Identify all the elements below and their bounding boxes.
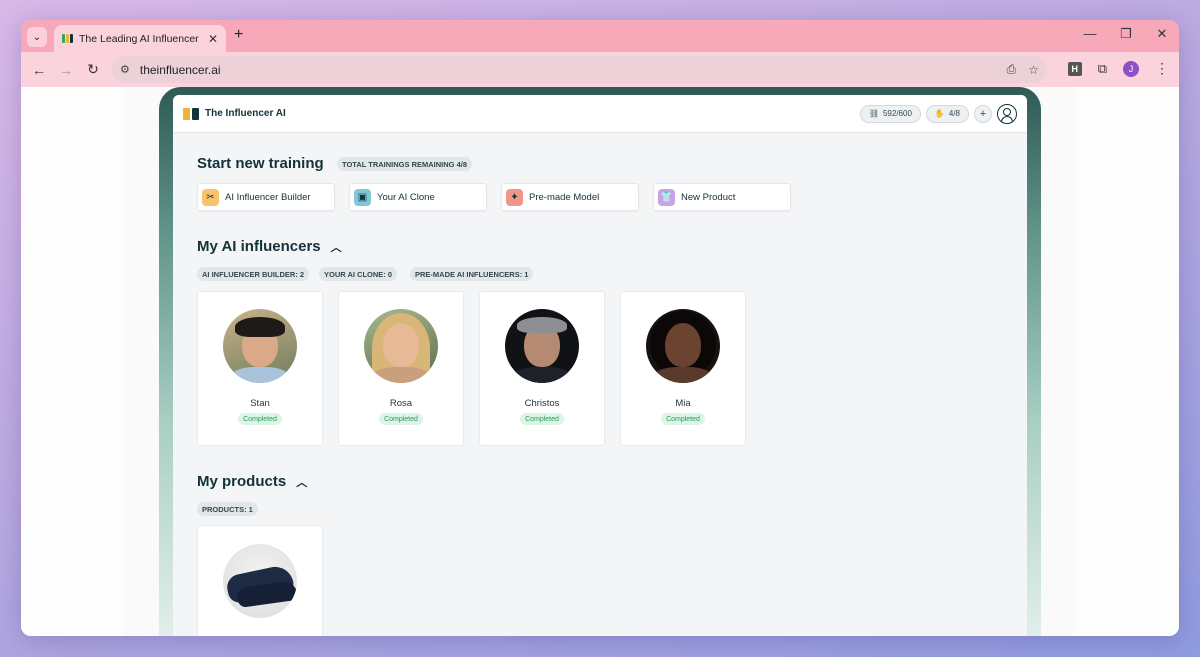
add-credits-button[interactable]: + — [974, 104, 992, 123]
ai-influencer-builder-button[interactable]: ✂ AI Influencer Builder — [197, 183, 335, 211]
forward-arrow-icon[interactable]: → — [57, 62, 75, 78]
extension-h-icon[interactable]: H — [1067, 61, 1082, 76]
products-count-badge: PRODUCTS: 1 — [197, 502, 258, 516]
app-header: The Influencer AI ⛓ 592/600 ✋ 4/8 + — [173, 95, 1027, 133]
influencer-avatar — [364, 309, 438, 383]
app-frame: The Influencer AI ⛓ 592/600 ✋ 4/8 + Start … — [173, 95, 1027, 636]
browser-window: ⌄ The Leading AI Influencer Gene ✕ + — ❐… — [21, 20, 1179, 636]
pre-made-model-button[interactable]: ✦ Pre-made Model — [501, 183, 639, 211]
window-close-icon[interactable]: ✕ — [1155, 26, 1169, 42]
status-badge: Completed — [661, 413, 705, 425]
training-title: Start new training — [197, 155, 324, 172]
product-image — [223, 544, 297, 618]
clone-count-badge: YOUR AI CLONE: 0 — [319, 267, 398, 281]
reload-icon[interactable]: ↻ — [84, 61, 102, 78]
trainings-remaining-badge: TOTAL TRAININGS REMAINING 4/8 — [337, 157, 473, 171]
influencer-name: Christos — [524, 398, 560, 409]
influencer-avatar — [505, 309, 579, 383]
shirt-icon: 👕 — [658, 188, 675, 206]
status-badge: Completed — [238, 413, 282, 425]
tab-search-chevron-icon[interactable]: ⌄ — [27, 27, 47, 47]
product-card[interactable] — [197, 525, 323, 636]
training-hand-icon: ✋ — [934, 109, 945, 118]
influencer-avatar — [646, 309, 720, 383]
influencer-name: Mia — [675, 398, 691, 409]
back-arrow-icon[interactable]: ← — [30, 62, 48, 78]
products-title: My products ︿ — [197, 473, 308, 490]
influencers-title: My AI influencers ︿ — [197, 238, 342, 255]
influencer-name: Stan — [250, 398, 270, 409]
active-tab[interactable]: The Leading AI Influencer Gene ✕ — [54, 25, 226, 52]
brand-name[interactable]: The Influencer AI — [205, 108, 855, 119]
site-settings-icon[interactable]: ⚙ — [120, 63, 130, 76]
influencer-card[interactable]: Stan Completed — [197, 291, 323, 446]
profile-avatar[interactable]: J — [1123, 60, 1139, 77]
new-product-button[interactable]: 👕 New Product — [653, 183, 791, 211]
tab-title: The Leading AI Influencer Gene — [79, 32, 202, 45]
credits-pill[interactable]: ⛓ 592/600 — [859, 104, 921, 123]
influencer-card[interactable]: Christos Completed — [479, 291, 605, 446]
extensions-puzzle-icon[interactable]: ⧉ — [1098, 61, 1107, 77]
tab-close-icon[interactable]: ✕ — [208, 32, 218, 46]
install-app-icon[interactable]: ⎙ — [1007, 62, 1017, 77]
influencer-name: Rosa — [389, 398, 413, 409]
status-badge: Completed — [520, 413, 564, 425]
favicon-icon — [62, 34, 73, 43]
trainings-pill[interactable]: ✋ 4/8 — [925, 104, 969, 123]
bookmark-star-icon[interactable]: ☆ — [1028, 63, 1039, 77]
restore-icon[interactable]: ❐ — [1119, 26, 1133, 42]
collapse-chevron-icon[interactable]: ︿ — [331, 239, 342, 255]
influencer-card[interactable]: Mia Completed — [620, 291, 746, 446]
status-badge: Completed — [379, 413, 423, 425]
influencer-card[interactable]: Rosa Completed — [338, 291, 464, 446]
address-bar[interactable]: ⚙ theinfluencer.ai ⎙ ☆ — [112, 56, 1047, 83]
page-viewport: The Influencer AI ⛓ 592/600 ✋ 4/8 + Start … — [21, 87, 1179, 636]
brand-logo-icon[interactable] — [183, 107, 199, 120]
menu-kebab-icon[interactable]: ⋮ — [1155, 60, 1169, 77]
premade-count-badge: PRE-MADE AI INFLUENCERS: 1 — [410, 267, 534, 281]
cursor-sparkle-icon: ✦ — [506, 188, 523, 206]
new-tab-plus-icon[interactable]: + — [234, 26, 243, 44]
your-ai-clone-button[interactable]: ▣ Your AI Clone — [349, 183, 487, 211]
link-icon: ⛓ — [868, 109, 879, 118]
browser-toolbar: ← → ↻ ⚙ theinfluencer.ai ⎙ ☆ H ⧉ J ⋮ — [21, 52, 1179, 87]
builder-count-badge: AI INFLUENCER BUILDER: 2 — [197, 267, 310, 281]
minimize-icon[interactable]: — — [1083, 26, 1097, 42]
collapse-chevron-icon[interactable]: ︿ — [296, 474, 307, 490]
user-account-icon[interactable] — [997, 103, 1017, 124]
image-user-icon: ▣ — [354, 188, 371, 206]
url-text[interactable]: theinfluencer.ai — [140, 63, 995, 77]
tab-strip: ⌄ The Leading AI Influencer Gene ✕ + — ❐… — [21, 20, 1179, 52]
tools-icon: ✂ — [202, 188, 219, 206]
influencer-avatar — [223, 309, 297, 383]
